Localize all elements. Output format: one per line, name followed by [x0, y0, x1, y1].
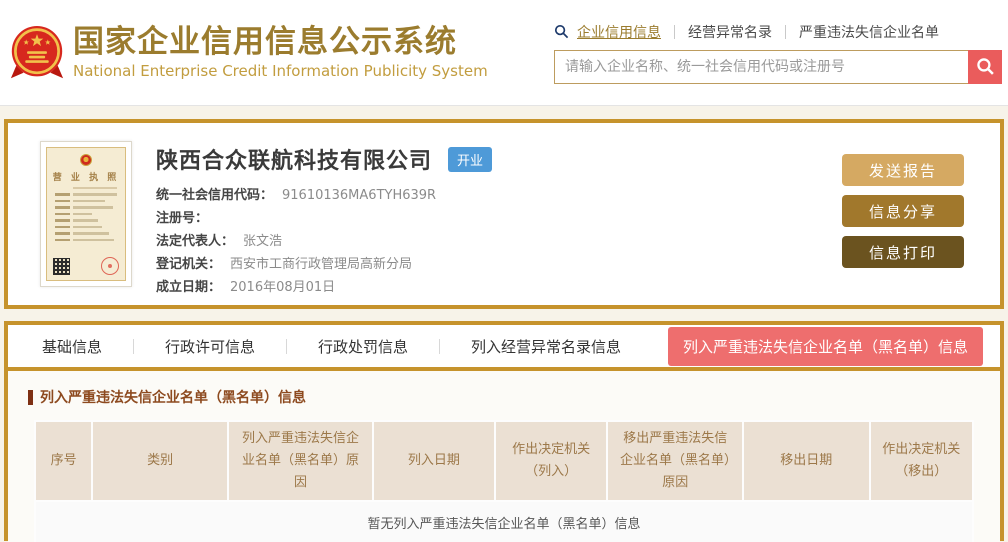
detail-card: 基础信息 行政许可信息 行政处罚信息 列入经营异常名录信息 列入严重违法失信企业… [4, 321, 1004, 542]
license-emblem-icon [80, 154, 92, 166]
license-title: 营 业 执 照 [52, 173, 120, 183]
license-red-seal [101, 257, 119, 275]
nav-link-serious-violations[interactable]: 严重违法失信企业名单 [799, 22, 939, 42]
business-license-paper: 营 业 执 照 [46, 147, 126, 281]
company-field-row: 登记机关： 西安市工商行政管理局高新分局 [156, 253, 842, 276]
nav-link-enterprise-credit[interactable]: 企业信用信息 [577, 22, 661, 42]
tab-blacklist[interactable]: 列入严重违法失信企业名单（黑名单）信息 [667, 326, 983, 366]
field-label: 统一社会信用代码： [156, 188, 274, 203]
table-header-cell: 移出严重违法失信企业名单（黑名单）原因 [608, 422, 743, 501]
field-value: 2016年08月01日 [230, 280, 336, 295]
tab-separator [133, 338, 135, 354]
license-ref-line [73, 187, 117, 189]
tab-admin-license[interactable]: 行政许可信息 [165, 336, 255, 357]
share-info-button[interactable]: 信息分享 [842, 195, 964, 227]
field-label: 成立日期： [156, 280, 222, 295]
company-actions: 发送报告 信息分享 信息打印 [842, 154, 964, 305]
site-title: 国家企业信用信息公示系统 [73, 24, 457, 61]
company-field-row: 注册号： [156, 207, 842, 230]
tab-abnormal-operations[interactable]: 列入经营异常名录信息 [471, 336, 621, 357]
company-field-row: 成立日期： 2016年08月01日 [156, 276, 842, 299]
company-field-row: 统一社会信用代码： 91610136MA6TYH639R [156, 184, 842, 207]
field-value: 91610136MA6TYH639R [282, 188, 437, 203]
site-brand: 国家企业信用信息公示系统 National Enterprise Credit … [10, 23, 488, 83]
field-label: 登记机关： [156, 257, 222, 272]
section-title: 列入严重违法失信企业名单（黑名单）信息 [40, 390, 306, 406]
tab-separator [286, 338, 288, 354]
tab-separator [439, 338, 441, 354]
field-value: 张文浩 [243, 234, 283, 249]
search-category-icon [554, 24, 569, 39]
company-field-row: 法定代表人： 张文浩 [156, 230, 842, 253]
field-value: 西安市工商行政管理局高新分局 [230, 257, 413, 272]
tab-basic-info[interactable]: 基础信息 [42, 336, 102, 357]
print-info-button[interactable]: 信息打印 [842, 236, 964, 268]
nav-separator [785, 24, 786, 39]
send-report-button[interactable]: 发送报告 [842, 154, 964, 186]
table-header-cell: 列入严重违法失信企业名单（黑名单）原因 [229, 422, 372, 501]
search-type-nav: 企业信用信息 经营异常名录 严重违法失信企业名单 [554, 22, 1002, 42]
status-badge: 开业 [448, 146, 493, 172]
section-marker-bar [28, 389, 33, 405]
table-header-cell: 类别 [93, 422, 227, 501]
table-header-cell: 作出决定机关（列入） [495, 422, 607, 501]
table-header-cell: 序号 [36, 422, 92, 501]
table-header-cell: 列入日期 [373, 422, 494, 501]
table-empty-row: 暂无列入严重违法失信企业名单（黑名单）信息 [36, 502, 972, 542]
company-name: 陕西合众联航科技有限公司 [156, 149, 433, 174]
table-header-row: 序号 类别 列入严重违法失信企业名单（黑名单）原因 列入日期 作出决定机关（列入… [36, 422, 972, 501]
nav-separator [674, 24, 675, 39]
search-button[interactable] [968, 49, 1002, 84]
license-qr-code [53, 258, 70, 275]
search-input[interactable] [554, 49, 968, 84]
blacklist-section: 列入严重违法失信企业名单（黑名单）信息 序号 类别 列入严重违法失信企业名单（黑… [8, 371, 1000, 542]
search-bar [554, 49, 1002, 84]
company-summary-card: 营 业 执 照 陕西合众联航科技有限公司 开业 统一社会信用代码： 916101… [4, 119, 1004, 309]
company-info: 陕西合众联航科技有限公司 开业 统一社会信用代码： 91610136MA6TYH… [156, 141, 842, 305]
license-bottom-marks [53, 257, 119, 275]
site-titles: 国家企业信用信息公示系统 National Enterprise Credit … [73, 25, 488, 80]
search-icon [976, 58, 994, 75]
tab-admin-penalty[interactable]: 行政处罚信息 [318, 336, 408, 357]
field-label: 注册号： [156, 211, 209, 226]
header-search-area: 企业信用信息 经营异常名录 严重违法失信企业名单 [554, 22, 1002, 84]
table-header-cell: 移出日期 [744, 422, 869, 501]
business-license-thumbnail[interactable]: 营 业 执 照 [40, 141, 132, 287]
empty-state-text: 暂无列入严重违法失信企业名单（黑名单）信息 [36, 502, 972, 542]
field-label: 法定代表人： [156, 234, 235, 249]
site-header: 国家企业信用信息公示系统 National Enterprise Credit … [0, 0, 1008, 106]
site-subtitle: National Enterprise Credit Information P… [73, 61, 488, 80]
nav-link-abnormal-operations[interactable]: 经营异常名录 [688, 22, 772, 42]
license-text-lines [52, 193, 120, 241]
blacklist-table: 序号 类别 列入严重违法失信企业名单（黑名单）原因 列入日期 作出决定机关（列入… [34, 420, 974, 542]
tab-bar: 基础信息 行政许可信息 行政处罚信息 列入经营异常名录信息 列入严重违法失信企业… [8, 325, 1000, 371]
table-header-cell: 作出决定机关（移出） [870, 422, 972, 501]
national-emblem-icon [10, 25, 64, 78]
